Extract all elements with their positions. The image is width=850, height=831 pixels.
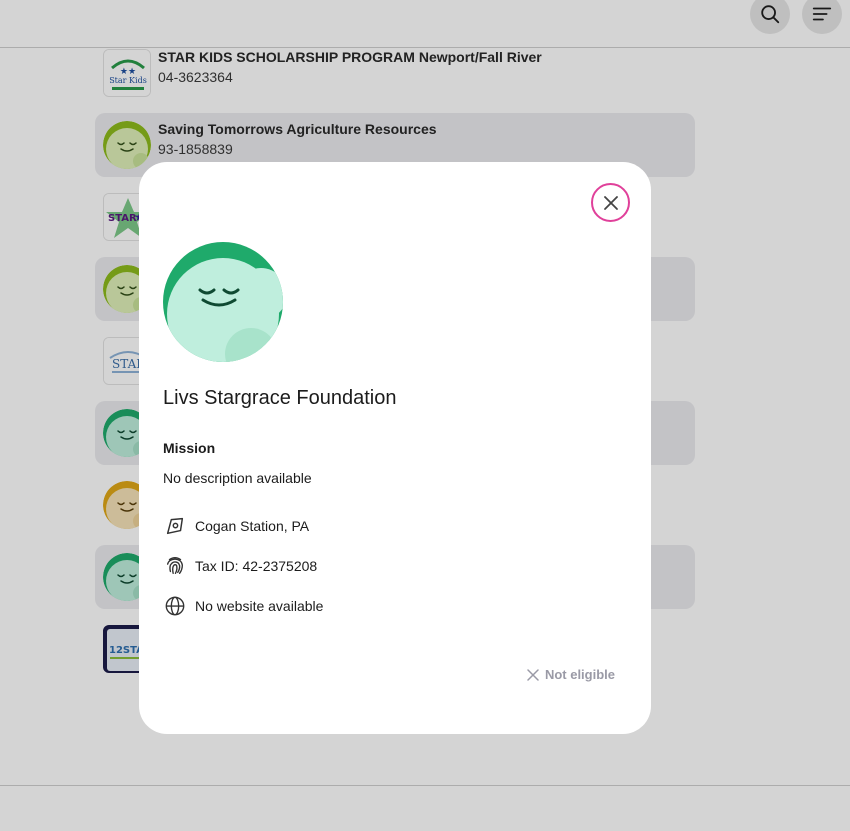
organization-modal: Livs Stargrace Foundation Mission No des… <box>139 162 651 734</box>
website-row: No website available <box>163 594 323 618</box>
mission-label: Mission <box>163 440 216 456</box>
compass-icon <box>163 514 187 538</box>
close-icon <box>603 195 618 210</box>
fingerprint-icon <box>163 554 187 578</box>
website-text: No website available <box>195 598 324 614</box>
organization-avatar <box>163 242 283 362</box>
close-button[interactable] <box>591 183 630 222</box>
location-text: Cogan Station, PA <box>195 518 310 534</box>
tax-id-text: Tax ID: 42-2375208 <box>195 558 318 574</box>
globe-icon <box>163 594 187 618</box>
smiley-avatar-icon <box>163 242 283 362</box>
location-row: Cogan Station, PA <box>163 514 309 538</box>
organization-title: Livs Stargrace Foundation <box>163 387 397 409</box>
x-icon <box>527 668 539 681</box>
eligibility-status: Not eligible <box>527 667 615 682</box>
tax-id-row: Tax ID: 42-2375208 <box>163 554 317 578</box>
eligibility-label: Not eligible <box>544 667 615 682</box>
mission-text: No description available <box>163 470 312 486</box>
